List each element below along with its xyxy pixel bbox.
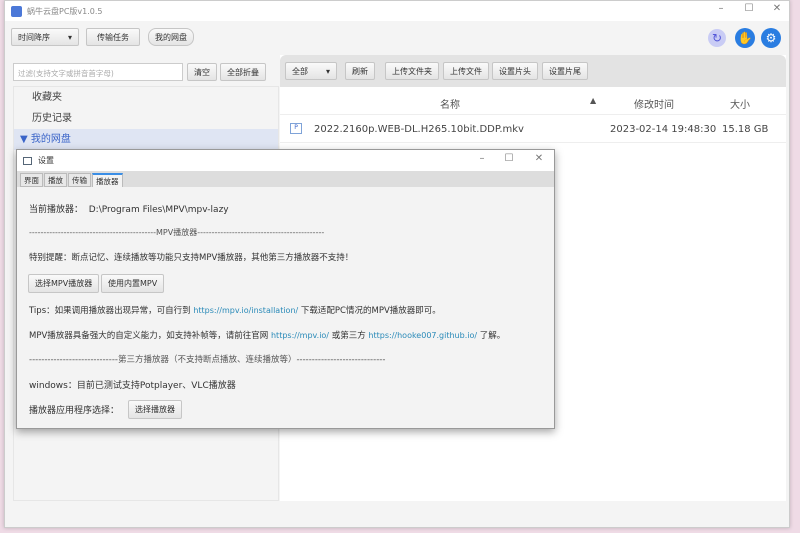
current-player-label: 当前播放器： <box>29 205 84 215</box>
dialog-maximize-button[interactable]: ☐ <box>499 153 519 164</box>
tab-player[interactable]: 播放器 <box>92 173 123 187</box>
dialog-title-bar: 设置 – ☐ ✕ <box>17 150 554 171</box>
app-title: 蜗牛云盘PC版v1.0.5 <box>27 6 103 16</box>
tree-item-label: 我的网盘 <box>30 134 71 145</box>
use-builtin-mpv-button[interactable]: 使用内置MPV <box>101 274 165 293</box>
minimize-button[interactable]: – <box>711 3 731 14</box>
column-name[interactable]: 名称 <box>440 96 460 111</box>
set-outro-button[interactable]: 设置片尾 <box>542 62 588 80</box>
table-header: 名称 ▲ 修改时间 大小 <box>280 89 786 115</box>
tree-item-history[interactable]: 历史记录 <box>14 108 278 129</box>
tab-transfer[interactable]: 传输 <box>68 173 91 187</box>
mpv-info-prefix: MPV播放器具备强大的自定义能力，如支持补帧等，请前往官网 <box>29 331 269 341</box>
refresh-button[interactable]: 刷新 <box>345 62 375 80</box>
chevron-down-icon: ▾ <box>325 66 330 76</box>
tips-suffix: 下载适配PC情况的MPV播放器即可。 <box>300 306 441 316</box>
chevron-down-icon: ▾ <box>67 32 72 42</box>
type-filter-dropdown[interactable]: 全部 ▾ <box>285 62 337 80</box>
dialog-close-button[interactable]: ✕ <box>529 153 549 164</box>
mpv-info-text: MPV播放器具备强大的自定义能力，如支持补帧等，请前往官网 https://mp… <box>29 329 505 341</box>
file-size: 15.18 GB <box>722 124 769 135</box>
collapse-all-button[interactable]: 全部折叠 <box>220 63 266 81</box>
column-modified[interactable]: 修改时间 <box>634 96 674 111</box>
refresh-icon[interactable]: ↻ <box>708 29 726 47</box>
maximize-button[interactable]: ☐ <box>739 3 759 14</box>
mpv-info-mid: 或第三方 <box>331 331 366 341</box>
file-modified: 2023-02-14 19:48:30 <box>610 124 717 135</box>
title-bar: 蜗牛云盘PC版v1.0.5 – ☐ ✕ <box>5 1 789 21</box>
sort-value: 时间降序 <box>18 32 50 42</box>
video-file-icon: P <box>290 123 302 134</box>
player-app-label: 播放器应用程序选择： <box>29 406 120 416</box>
filter-input[interactable]: 过滤(支持文字或拼音首字母) <box>13 63 183 81</box>
file-toolbar: 全部 ▾ 刷新 上传文件夹 上传文件 设置片头 设置片尾 <box>280 55 786 87</box>
mpv-info-suffix: 了解。 <box>479 331 506 341</box>
hooke-link[interactable]: https://hooke007.github.io/ <box>368 331 477 340</box>
sort-dropdown[interactable]: 时间降序 ▾ <box>11 28 79 46</box>
app-icon <box>11 5 22 17</box>
settings-tabs: 界面 播放 传输 播放器 <box>17 171 554 187</box>
choose-player-button[interactable]: 选择播放器 <box>128 400 182 419</box>
tab-playback[interactable]: 播放 <box>44 173 67 187</box>
mydisk-button[interactable]: 我的网盘 <box>148 28 194 46</box>
set-intro-button[interactable]: 设置片头 <box>492 62 538 80</box>
upload-file-button[interactable]: 上传文件 <box>443 62 489 80</box>
window-icon <box>23 156 32 165</box>
sort-asc-icon[interactable]: ▲ <box>590 96 596 105</box>
table-row[interactable]: P 2022.2160p.WEB-DL.H265.10bit.DDP.mkv 2… <box>280 117 786 143</box>
current-player-path: D:\Program Files\MPV\mpv-lazy <box>88 205 229 215</box>
type-filter-value: 全部 <box>292 66 308 76</box>
tree-item-favorites[interactable]: 收藏夹 <box>14 87 278 108</box>
close-button[interactable]: ✕ <box>767 3 787 14</box>
third-party-divider: -----------------------------第三方播放器（不支持断… <box>29 355 386 365</box>
upload-folder-button[interactable]: 上传文件夹 <box>385 62 439 80</box>
transfer-button[interactable]: 传输任务 <box>86 28 140 46</box>
mpv-installation-link[interactable]: https://mpv.io/installation/ <box>193 306 298 315</box>
dialog-title: 设置 <box>38 156 54 165</box>
notice-text: 特别提醒：断点记忆、连续播放等功能只支持MPV播放器，其他第三方播放器不支持！ <box>29 253 354 263</box>
settings-dialog: 设置 – ☐ ✕ 界面 播放 传输 播放器 当前播放器： D:\Program … <box>16 149 555 429</box>
choose-mpv-button[interactable]: 选择MPV播放器 <box>28 274 100 293</box>
tips-text: Tips：如果调用播放器出现异常，可自行到 https://mpv.io/ins… <box>29 304 441 316</box>
mpv-divider: ----------------------------------------… <box>29 228 325 237</box>
dialog-minimize-button[interactable]: – <box>472 153 492 164</box>
expand-arrow-icon[interactable]: ▼ <box>20 134 28 145</box>
tips-prefix: Tips：如果调用播放器出现异常，可自行到 <box>29 306 191 316</box>
windows-support-text: windows：目前已测试支持Potplayer、VLC播放器 <box>29 381 236 391</box>
mpv-site-link[interactable]: https://mpv.io/ <box>271 331 329 340</box>
settings-gear-icon[interactable]: ⚙ <box>761 28 781 48</box>
current-player-row: 当前播放器： D:\Program Files\MPV\mpv-lazy <box>29 202 229 215</box>
clear-button[interactable]: 清空 <box>187 63 217 81</box>
tab-interface[interactable]: 界面 <box>20 173 43 187</box>
tree-item-mydisk[interactable]: ▼ 我的网盘 <box>14 129 278 150</box>
file-name: 2022.2160p.WEB-DL.H265.10bit.DDP.mkv <box>314 124 524 135</box>
like-icon[interactable]: ✋ <box>735 28 755 48</box>
column-size[interactable]: 大小 <box>730 96 750 111</box>
